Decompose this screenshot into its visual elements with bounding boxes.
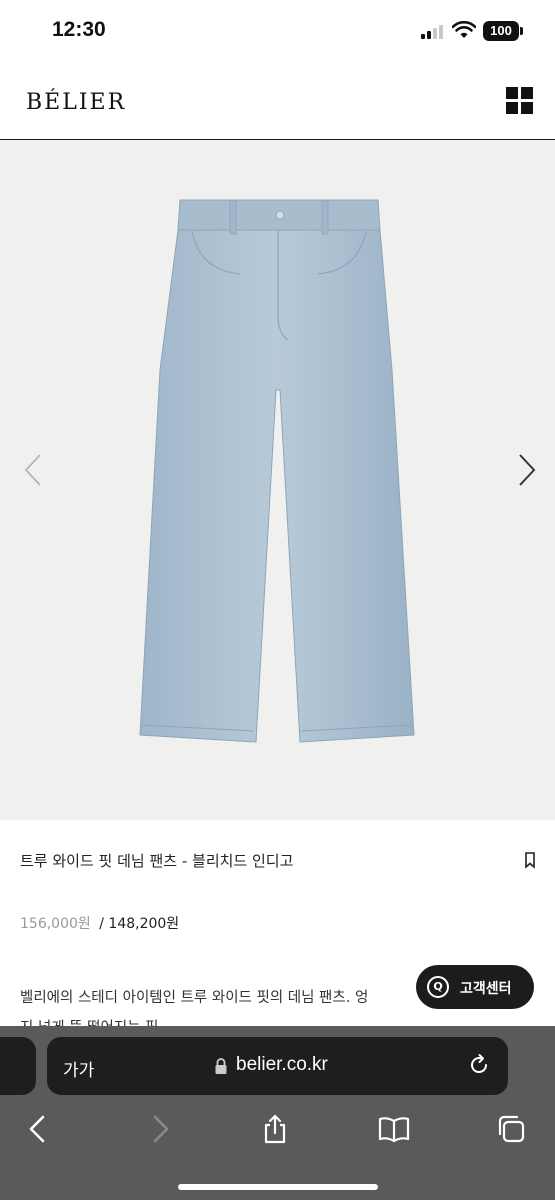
share-icon[interactable] xyxy=(260,1114,290,1144)
tabs-icon[interactable] xyxy=(496,1114,526,1144)
customer-service-button[interactable]: Q 고객센터 xyxy=(416,965,534,1009)
grid-menu-icon[interactable] xyxy=(506,87,533,114)
lock-icon xyxy=(215,1058,227,1074)
browser-chrome: 가가 belier.co.kr xyxy=(0,1026,555,1200)
status-bar: 12:30 100 xyxy=(0,0,555,62)
signal-icon xyxy=(421,25,445,39)
price-row: 156,000원 / 148,200원 xyxy=(20,913,179,933)
chevron-right-icon[interactable] xyxy=(512,450,542,490)
address-bar[interactable]: 가가 belier.co.kr xyxy=(47,1037,508,1095)
product-image xyxy=(139,199,415,743)
customer-service-label: 고객센터 xyxy=(460,981,512,997)
product-name: 트루 와이드 핏 데님 팬츠 - 블리치드 인디고 xyxy=(20,852,294,870)
url-text[interactable]: belier.co.kr xyxy=(236,1054,328,1076)
product-gallery[interactable] xyxy=(0,140,555,820)
previous-tab[interactable] xyxy=(0,1037,36,1095)
home-indicator xyxy=(178,1184,378,1190)
brand-logo[interactable]: BÉLIER xyxy=(26,90,126,115)
price-separator: / xyxy=(99,916,104,932)
search-q-icon: Q xyxy=(427,976,449,998)
bookmarks-icon[interactable] xyxy=(377,1114,411,1144)
status-time: 12:30 xyxy=(52,18,106,41)
price-sale: 148,200원 xyxy=(108,916,180,932)
wifi-icon xyxy=(452,21,476,38)
site-header: BÉLIER xyxy=(0,62,555,140)
battery-tip xyxy=(520,27,523,35)
reload-icon[interactable] xyxy=(467,1053,491,1077)
price-original: 156,000원 xyxy=(20,916,91,932)
forward-icon[interactable] xyxy=(144,1114,174,1144)
chevron-left-icon[interactable] xyxy=(18,450,48,490)
page-format-button[interactable]: 가가 xyxy=(63,1056,94,1081)
battery-icon: 100 xyxy=(483,21,519,41)
back-icon[interactable] xyxy=(24,1114,54,1144)
bookmark-icon[interactable] xyxy=(523,851,537,869)
